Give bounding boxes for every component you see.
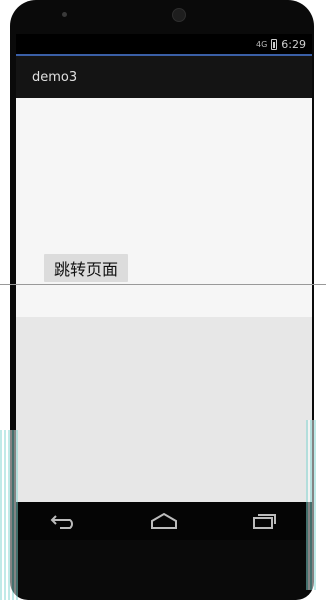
battery-icon: [271, 38, 278, 50]
content-area: [16, 98, 312, 502]
back-icon: [50, 515, 74, 529]
status-time: 6:29: [281, 37, 306, 51]
app-title: demo3: [32, 69, 78, 85]
home-icon: [150, 512, 177, 529]
action-bar: demo3: [16, 56, 312, 98]
recents-button[interactable]: [243, 506, 283, 536]
recents-icon: [252, 514, 276, 529]
noise-artifact-left: [0, 430, 18, 600]
navigation-bar: [16, 502, 312, 540]
home-button[interactable]: [144, 506, 184, 536]
signal-icon: 4G: [256, 39, 268, 49]
back-button[interactable]: [45, 506, 85, 536]
status-bar: 4G 6:29: [16, 34, 312, 54]
device-screen: 4G 6:29 demo3 跳转页面: [16, 34, 312, 540]
jump-page-button[interactable]: 跳转页面: [44, 254, 129, 282]
speaker-dot: [62, 12, 67, 17]
front-camera: [172, 8, 186, 22]
content-lower-area: [16, 317, 312, 502]
divider-line: [0, 284, 326, 285]
noise-artifact-right: [306, 420, 316, 590]
